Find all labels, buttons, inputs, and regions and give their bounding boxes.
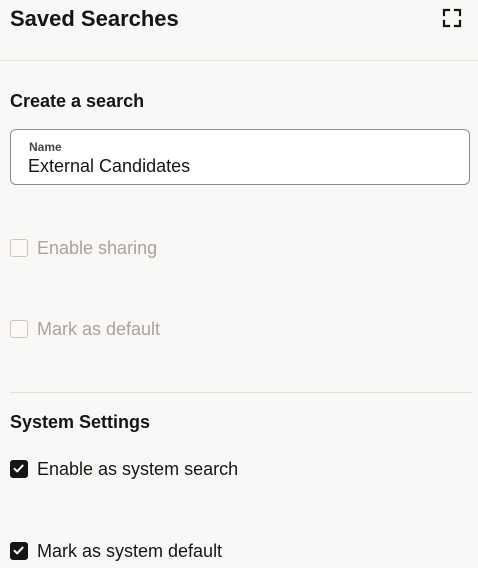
enable-sharing-label: Enable sharing bbox=[37, 238, 158, 258]
saved-searches-panel: Saved Searches Create a search Name Enab… bbox=[0, 0, 478, 568]
enable-system-search-checkbox[interactable] bbox=[10, 460, 28, 478]
mark-default-checkbox[interactable] bbox=[10, 320, 28, 338]
section-divider bbox=[10, 392, 472, 393]
create-search-heading: Create a search bbox=[10, 91, 145, 111]
panel-title: Saved Searches bbox=[10, 6, 179, 31]
mark-system-default-checkbox[interactable] bbox=[10, 542, 28, 560]
name-field-label: Name bbox=[29, 140, 62, 154]
enable-sharing-checkbox-row[interactable]: Enable sharing bbox=[10, 236, 210, 260]
expand-button[interactable] bbox=[438, 4, 466, 32]
mark-default-checkbox-row[interactable]: Mark as default bbox=[10, 317, 210, 341]
checkmark-icon bbox=[13, 546, 24, 555]
mark-system-default-label: Mark as system default bbox=[37, 541, 223, 561]
name-input[interactable] bbox=[28, 154, 448, 178]
enable-system-search-label: Enable as system search bbox=[37, 459, 239, 479]
name-field[interactable]: Name bbox=[10, 129, 470, 185]
panel-header: Saved Searches bbox=[0, 0, 478, 61]
mark-default-label: Mark as default bbox=[37, 319, 161, 339]
enable-sharing-checkbox[interactable] bbox=[10, 239, 28, 257]
checkmark-icon bbox=[13, 464, 24, 473]
mark-system-default-checkbox-row[interactable]: Mark as system default bbox=[10, 539, 270, 563]
expand-icon bbox=[442, 8, 462, 28]
system-settings-heading: System Settings bbox=[10, 412, 151, 432]
enable-system-search-checkbox-row[interactable]: Enable as system search bbox=[10, 457, 270, 481]
